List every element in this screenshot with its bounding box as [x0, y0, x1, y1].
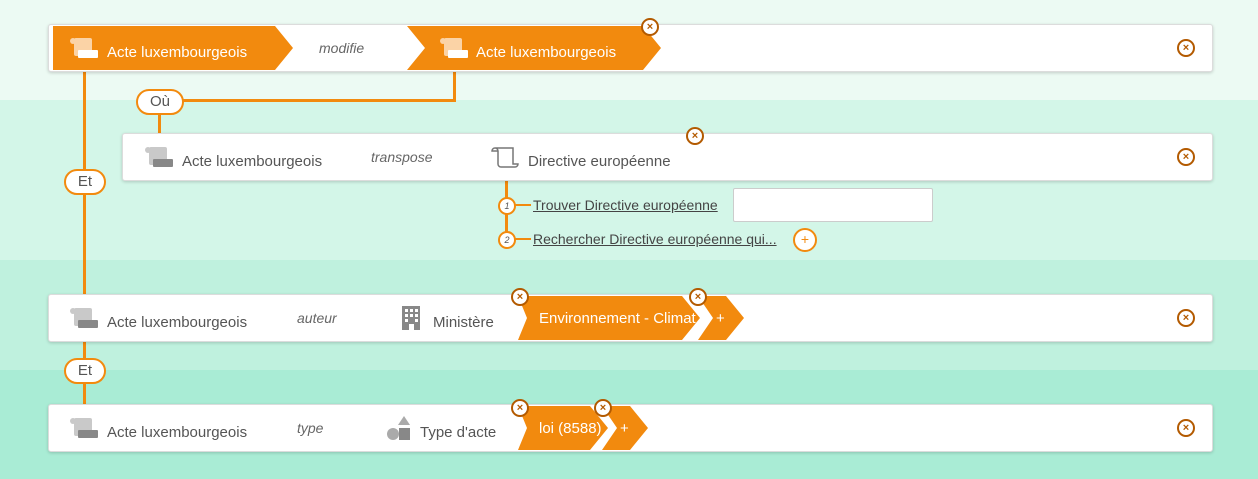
- and-connector-2[interactable]: Et: [64, 358, 106, 384]
- option-2-number: 2: [498, 231, 516, 249]
- remove-row-3-close-icon[interactable]: ×: [1177, 309, 1195, 327]
- row4-subject[interactable]: Acte luxembourgeois: [107, 424, 247, 441]
- shapes-icon: [387, 416, 410, 440]
- row4-add[interactable]: +: [620, 420, 629, 437]
- option-1-number: 1: [498, 197, 516, 215]
- remove-value-3-close-icon[interactable]: ×: [689, 288, 707, 306]
- scroll-icon: [440, 38, 468, 58]
- row1-subject: Acte luxembourgeois: [107, 44, 248, 61]
- remove-object-3-close-icon[interactable]: ×: [511, 288, 529, 306]
- directive-search-input[interactable]: [733, 188, 933, 222]
- scroll-icon: [70, 308, 98, 328]
- row3-add[interactable]: +: [716, 310, 725, 327]
- remove-row-4-close-icon[interactable]: ×: [1177, 419, 1195, 437]
- scroll-icon: [145, 147, 173, 167]
- add-criteria-plus-icon[interactable]: +: [793, 228, 817, 252]
- and-connector-1[interactable]: Et: [64, 169, 106, 195]
- scroll-icon: [70, 38, 98, 58]
- scroll-icon: [70, 418, 98, 438]
- row1-object: Acte luxembourgeois: [476, 44, 617, 61]
- row4-object[interactable]: Type d'acte: [420, 424, 496, 441]
- row2-subject[interactable]: Acte luxembourgeois: [182, 153, 322, 170]
- row2-verb[interactable]: transpose: [371, 149, 432, 165]
- row3-value: Environnement - Climat: [539, 310, 696, 327]
- find-directive-link[interactable]: Trouver Directive européenne: [533, 197, 718, 213]
- remove-row-1-close-icon[interactable]: ×: [1177, 39, 1195, 57]
- remove-object-4-close-icon[interactable]: ×: [511, 399, 529, 417]
- scroll-outline-icon: [491, 147, 519, 168]
- row2-object[interactable]: Directive européenne: [528, 153, 671, 170]
- search-directive-link[interactable]: Rechercher Directive européenne qui...: [533, 231, 777, 247]
- row3-object[interactable]: Ministère: [433, 314, 494, 331]
- or-connector[interactable]: Où: [136, 89, 184, 115]
- row3-verb[interactable]: auteur: [297, 310, 337, 326]
- remove-object-2-close-icon[interactable]: ×: [686, 127, 704, 145]
- connector-line-or-horizontal: [158, 99, 456, 102]
- remove-object-1-close-icon[interactable]: ×: [641, 18, 659, 36]
- remove-value-4-close-icon[interactable]: ×: [594, 399, 612, 417]
- remove-row-2-close-icon[interactable]: ×: [1177, 148, 1195, 166]
- row4-value: loi (8588): [539, 420, 602, 437]
- row1-verb[interactable]: modifie: [319, 40, 364, 56]
- row3-subject[interactable]: Acte luxembourgeois: [107, 314, 247, 331]
- building-icon: [402, 306, 420, 330]
- row4-verb[interactable]: type: [297, 420, 323, 436]
- connector-line-or-right: [453, 70, 456, 102]
